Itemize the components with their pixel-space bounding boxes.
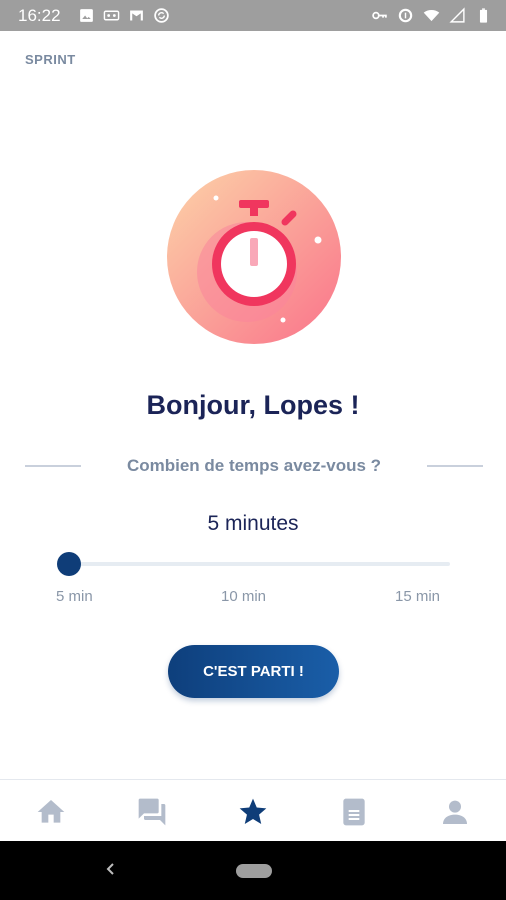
system-navigation-bar bbox=[0, 841, 506, 900]
duration-slider-track[interactable] bbox=[68, 562, 450, 566]
star-icon bbox=[239, 798, 267, 824]
wifi-icon bbox=[423, 10, 440, 22]
selected-duration: 5 minutes bbox=[207, 512, 299, 535]
signal-icon bbox=[449, 7, 465, 23]
tick-label-15-min: 15 min bbox=[395, 588, 441, 605]
question-divider: Combien de temps avez-vous ? bbox=[25, 454, 483, 478]
tick-label-5-min: 5 min bbox=[56, 588, 93, 605]
profile-icon bbox=[443, 800, 467, 824]
tick-label-10-min: 10 min bbox=[221, 588, 267, 605]
stopwatch-icon bbox=[167, 170, 341, 344]
home-pill[interactable] bbox=[236, 864, 272, 878]
notification-icons bbox=[78, 7, 170, 24]
greeting-title: Bonjour, Lopes ! bbox=[146, 390, 360, 420]
duration-slider-thumb[interactable] bbox=[57, 552, 81, 576]
sync-icon bbox=[154, 8, 169, 23]
battery-icon bbox=[479, 8, 488, 23]
bottom-navigation bbox=[0, 779, 506, 841]
voicemail-icon bbox=[103, 10, 120, 21]
data-saver-icon bbox=[398, 8, 413, 23]
chat-icon bbox=[138, 798, 166, 826]
gmail-icon bbox=[130, 10, 143, 21]
question-text: Combien de temps avez-vous ? bbox=[126, 456, 382, 475]
nav-home[interactable] bbox=[31, 792, 71, 832]
system-icons bbox=[371, 7, 492, 24]
divider-line-left bbox=[25, 465, 81, 467]
status-bar: 16:22 bbox=[0, 0, 506, 31]
nav-chat[interactable] bbox=[132, 792, 172, 832]
home-icon bbox=[37, 800, 65, 823]
status-time: 16:22 bbox=[18, 6, 61, 25]
vpn-key-icon bbox=[372, 11, 387, 20]
start-button[interactable]: C'EST PARTI ! bbox=[168, 645, 339, 698]
nav-sprint[interactable] bbox=[233, 792, 273, 832]
nav-library[interactable] bbox=[334, 792, 374, 832]
section-title: SPRINT bbox=[25, 52, 76, 67]
back-chevron-icon[interactable] bbox=[101, 859, 121, 879]
image-icon bbox=[80, 9, 93, 22]
nav-profile[interactable] bbox=[435, 792, 475, 832]
book-icon bbox=[343, 798, 365, 826]
divider-line-right bbox=[427, 465, 483, 467]
